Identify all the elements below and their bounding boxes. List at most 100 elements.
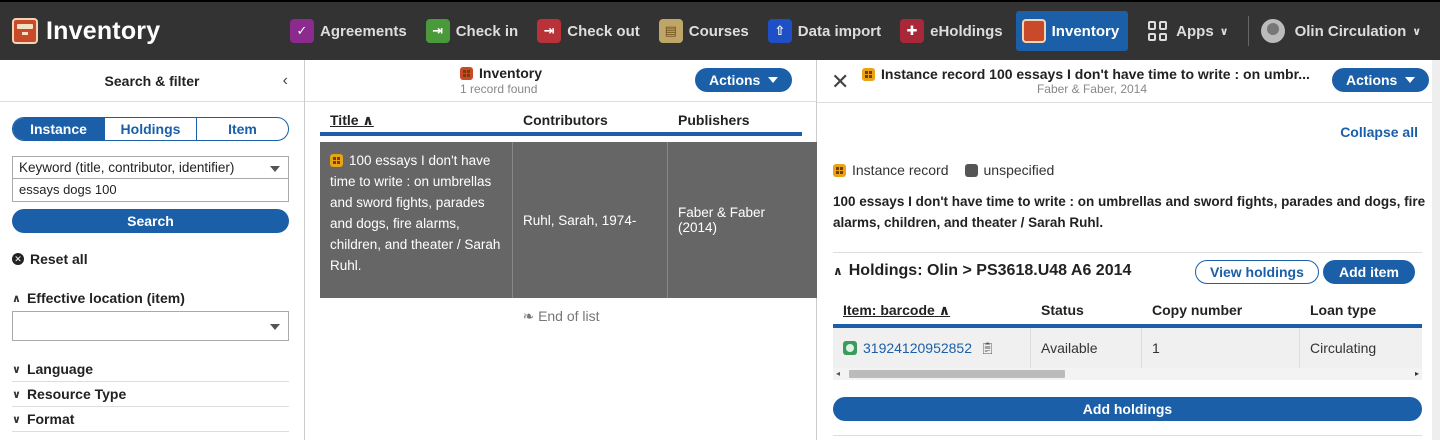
detail-title: Instance record 100 essays I don't have …	[881, 66, 1310, 82]
nav-check-in[interactable]: ⇥ Check in	[420, 11, 528, 51]
nav-label: Inventory	[1051, 22, 1120, 40]
horizontal-scrollbar[interactable]: ◂ ▸	[833, 368, 1422, 380]
close-icon[interactable]: ✕	[831, 69, 849, 95]
nav-agreements[interactable]: ✓ Agreements	[284, 11, 416, 51]
nav-label: eHoldings	[930, 22, 1003, 40]
caret-down-icon	[768, 77, 779, 83]
facet-language[interactable]: ∨ Language	[12, 361, 289, 377]
divider	[833, 252, 1422, 253]
item-status: Available	[1031, 328, 1142, 368]
facet-effective-location[interactable]: ∧ Effective location (item)	[12, 290, 289, 306]
divider	[817, 102, 1432, 103]
courses-icon: ▤	[658, 19, 683, 43]
view-holdings-button[interactable]: View holdings	[1195, 260, 1319, 284]
holdings-accordion[interactable]: ∧ Holdings: Olin > PS3618.U48 A6 2014	[833, 262, 1131, 280]
caret-down-icon	[1405, 77, 1416, 83]
instance-icon	[330, 154, 343, 167]
divider	[12, 381, 289, 382]
nav-eholdings[interactable]: ✚ eHoldings	[894, 11, 1012, 51]
chevron-down-icon: ∨	[1219, 25, 1229, 38]
column-contributors[interactable]: Contributors	[513, 112, 668, 132]
actions-label: Actions	[709, 72, 761, 88]
instance-description: 100 essays I don't have time to write : …	[833, 194, 1426, 230]
chevron-down-icon: ∨	[12, 363, 21, 376]
instance-icon	[862, 67, 875, 81]
facet-label: Language	[26, 361, 94, 377]
record-legend: Instance record unspecified	[833, 162, 1054, 178]
inventory-icon	[12, 18, 38, 44]
column-title[interactable]: Title ∧	[320, 112, 513, 132]
segment-instance[interactable]: Instance	[13, 118, 105, 140]
search-option-select[interactable]: Keyword (title, contributor, identifier)	[12, 156, 289, 179]
end-of-list-label: End of list	[538, 308, 600, 324]
search-button[interactable]: Search	[12, 209, 289, 233]
caret-down-icon	[270, 324, 280, 330]
nav-check-out[interactable]: ⇥ Check out	[531, 11, 649, 51]
avatar	[1260, 19, 1285, 43]
sort-up-icon: ∧	[938, 302, 951, 318]
detail-actions-button[interactable]: Actions	[1332, 68, 1430, 92]
reset-all-label: Reset all	[30, 251, 88, 267]
segment-item[interactable]: Item	[197, 118, 288, 140]
chevron-down-icon: ∨	[12, 413, 21, 426]
sort-up-icon: ∧	[362, 112, 374, 128]
end-of-list: ❧ End of list	[305, 308, 817, 325]
item-barcode-link[interactable]: 31924120952852	[863, 340, 972, 356]
results-table-header: Title ∧ Contributors Publishers	[320, 112, 802, 136]
segment-control: Instance Holdings Item	[12, 117, 289, 141]
reset-all-button[interactable]: ✕ Reset all	[12, 251, 88, 267]
scroll-right-icon[interactable]: ▸	[1415, 369, 1419, 378]
column-publishers[interactable]: Publishers	[668, 112, 802, 132]
segment-holdings[interactable]: Holdings	[105, 118, 197, 140]
app-brand[interactable]: Inventory	[0, 2, 280, 60]
facet-label: Format	[26, 411, 75, 427]
vertical-scrollbar[interactable]	[1432, 60, 1440, 440]
user-menu[interactable]: Olin Circulation ∨	[1255, 19, 1422, 43]
apps-menu[interactable]: Apps ∨	[1142, 11, 1237, 51]
nav-label: Courses	[688, 22, 749, 40]
divider	[12, 431, 289, 432]
row-contributors: Ruhl, Sarah, 1974-	[513, 142, 668, 298]
detail-subtitle: Faber & Faber, 2014	[1036, 82, 1148, 96]
inventory-icon	[460, 66, 473, 80]
item-loan-type: Circulating	[1310, 340, 1377, 356]
add-holdings-button[interactable]: Add holdings	[833, 397, 1422, 421]
column-barcode-label: Item: barcode	[843, 302, 935, 318]
nav-data-import[interactable]: ⇧ Data import	[762, 11, 890, 51]
facet-format[interactable]: ∨ Format	[12, 411, 289, 427]
scrollbar-thumb[interactable]	[849, 370, 1065, 378]
agreements-icon: ✓	[290, 19, 314, 43]
facet-label: Resource Type	[26, 386, 127, 402]
legend-unspecified: unspecified	[983, 162, 1055, 178]
collapse-all-link[interactable]: Collapse all	[1340, 124, 1418, 140]
scroll-left-icon[interactable]: ◂	[836, 369, 840, 378]
legend-instance: Instance record	[852, 162, 949, 178]
table-row[interactable]: 100 essays I don't have time to write : …	[320, 142, 817, 298]
eholdings-icon: ✚	[900, 19, 925, 43]
search-option-value: Keyword (title, contributor, identifier)	[19, 160, 235, 175]
apps-grid-icon	[1148, 21, 1168, 41]
row-title: 100 essays I don't have time to write : …	[330, 153, 501, 273]
search-input[interactable]: essays dogs 100	[12, 179, 289, 202]
top-nav: Inventory ✓ Agreements ⇥ Check in ⇥ Chec…	[0, 0, 1440, 60]
chevron-up-icon: ∧	[833, 264, 843, 278]
available-status-icon	[843, 341, 857, 355]
facet-resource-type[interactable]: ∨ Resource Type	[12, 386, 289, 402]
column-loan-type[interactable]: Loan type	[1300, 302, 1422, 324]
nav-label: Check out	[567, 22, 640, 40]
chevron-left-icon[interactable]: ‹	[283, 72, 288, 90]
nav-courses[interactable]: ▤ Courses	[653, 11, 758, 51]
results-title-wrap: Inventory	[460, 65, 542, 81]
copy-icon[interactable]: 📋︎	[980, 341, 995, 355]
nav-inventory[interactable]: Inventory	[1015, 11, 1129, 51]
column-status[interactable]: Status	[1031, 302, 1142, 324]
add-item-button[interactable]: Add item	[1323, 260, 1415, 284]
column-copy-number[interactable]: Copy number	[1142, 302, 1300, 324]
column-barcode[interactable]: Item: barcode ∧	[833, 302, 1031, 324]
results-pane: Inventory 1 record found Actions Title ∧…	[305, 60, 817, 440]
holdings-title: Holdings: Olin > PS3618.U48 A6 2014	[848, 262, 1132, 279]
results-actions-button[interactable]: Actions	[695, 68, 793, 92]
effective-location-select[interactable]	[12, 311, 289, 341]
item-copy-number: 1	[1142, 328, 1300, 368]
chevron-down-icon: ∨	[1412, 25, 1422, 38]
